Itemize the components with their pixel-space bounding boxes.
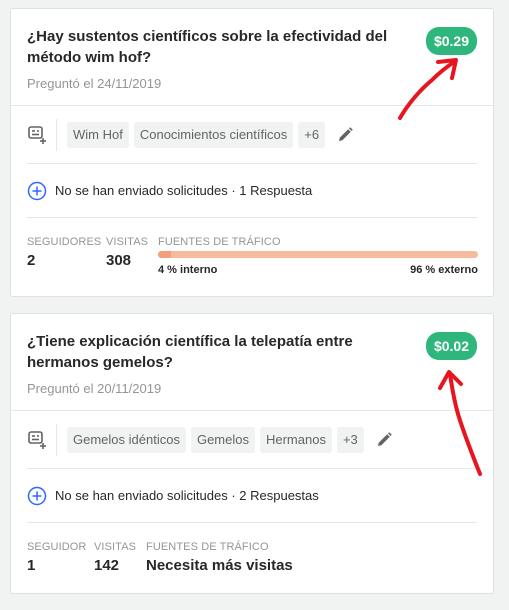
traffic-bar	[158, 251, 478, 258]
traffic-internal-label: 4 % interno	[158, 264, 218, 276]
more-topics-tag[interactable]: +3	[336, 426, 364, 453]
traffic-label: FUENTES DE TRÁFICO	[146, 541, 269, 553]
annotation-arrow	[398, 58, 458, 120]
earnings-badge: $0.02	[425, 332, 477, 360]
traffic-label: FUENTES DE TRÁFICO	[158, 236, 281, 248]
topic-tag[interactable]: Gemelos	[190, 426, 255, 453]
pencil-icon	[339, 126, 353, 141]
traffic-sources: FUENTES DE TRÁFICO 4 % interno 96 % exte…	[158, 236, 478, 276]
views-stat: VISITAS 308	[106, 236, 148, 269]
views-stat: VISITAS 142	[94, 541, 136, 574]
add-circle-icon[interactable]	[27, 486, 47, 506]
request-answers-row[interactable]: No se han enviado solicitudes · 1 Respue…	[27, 164, 477, 218]
question-card: ¿Tiene explicación científica la telepat…	[10, 313, 494, 594]
topics-row: Gemelos idénticos Gemelos Hermanos +3	[27, 411, 477, 469]
traffic-bar-internal	[158, 251, 171, 258]
views-count: 308	[106, 252, 132, 269]
followers-stat: SEGUIDOR 1	[27, 541, 86, 574]
add-topic-icon	[28, 430, 46, 449]
question-stats: SEGUIDOR 1 VISITAS 142 FUENTES DE TRÁFIC…	[11, 523, 493, 601]
question-title[interactable]: ¿Tiene explicación científica la telepat…	[27, 331, 397, 373]
views-label: VISITAS	[106, 236, 149, 248]
followers-count: 1	[27, 557, 36, 574]
edit-topics-button[interactable]	[336, 126, 354, 144]
request-status-text: No se han enviado solicitudes · 1 Respue…	[55, 183, 313, 198]
topic-tag[interactable]: Wim Hof	[67, 121, 129, 148]
request-status-text: No se han enviado solicitudes · 2 Respue…	[55, 488, 319, 503]
traffic-note: Necesita más visitas	[146, 557, 293, 574]
topic-tag[interactable]: Gemelos idénticos	[67, 426, 186, 453]
annotation-arrow	[438, 370, 482, 476]
topic-tag[interactable]: Hermanos	[259, 426, 332, 453]
earnings-badge: $0.29	[425, 27, 477, 55]
question-title[interactable]: ¿Hay sustentos científicos sobre la efec…	[27, 26, 397, 68]
add-topic-icon	[28, 125, 46, 144]
more-topics-tag[interactable]: +6	[298, 121, 326, 148]
topic-tag[interactable]: Conocimientos científicos	[133, 121, 294, 148]
views-label: VISITAS	[94, 541, 137, 553]
followers-count: 2	[27, 252, 36, 269]
add-topic-button[interactable]	[27, 423, 57, 456]
followers-label: SEGUIDORES	[27, 236, 102, 248]
followers-label: SEGUIDOR	[27, 541, 87, 553]
add-circle-icon[interactable]	[27, 181, 47, 201]
edit-topics-button[interactable]	[375, 431, 393, 449]
question-header: ¿Tiene explicación científica la telepat…	[11, 314, 493, 411]
traffic-external-label: 96 % externo	[410, 264, 478, 276]
views-count: 142	[94, 557, 120, 574]
question-date: Preguntó el 20/11/2019	[27, 381, 162, 396]
question-stats: SEGUIDORES 2 VISITAS 308 FUENTES DE TRÁF…	[11, 218, 493, 296]
pencil-icon	[377, 431, 392, 446]
traffic-sources: FUENTES DE TRÁFICO Necesita más visitas	[146, 541, 293, 574]
add-topic-button[interactable]	[27, 118, 57, 151]
request-answers-row[interactable]: No se han enviado solicitudes · 2 Respue…	[27, 469, 477, 523]
followers-stat: SEGUIDORES 2	[27, 236, 101, 269]
